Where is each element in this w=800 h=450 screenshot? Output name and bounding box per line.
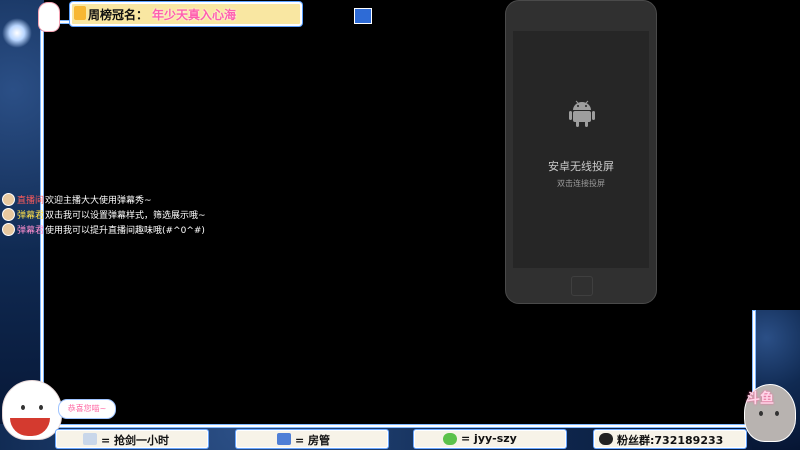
wechat-icon [443,433,457,445]
chat-line: 弹幕君 使用我可以提升直播间趣味哦(#^0^#) [2,223,262,236]
firework-icon [2,18,32,48]
phone-subtitle: 双击连接投屏 [557,179,605,188]
info-panel-2-text: = 房管 [295,434,331,447]
chat-text: 使用我可以提升直播间趣味哦(#^0^#) [45,226,205,236]
crown-icon [74,6,86,20]
phone-screen[interactable]: 安卓无线投屏 双击连接投屏 [513,31,649,268]
top-banner-label: 周榜冠名： [88,8,149,22]
chat-text: 双击我可以设置弹幕样式，筛选展示哦~ [45,211,206,221]
info-panel-3: = jyy-szy [414,430,566,448]
top-banner: 周榜冠名： 年少天真入心海 [70,2,372,26]
chat-name: 弹幕君 [17,211,45,221]
info-panel-4-text: 粉丝群:732189233 [617,434,724,447]
chat-text: 欢迎主播大大使用弹幕秀~ [45,196,152,206]
frame-bottom-border [40,424,752,428]
bunny-icon [38,2,60,32]
info-panel-1: = 抢剑一小时 [56,430,208,448]
flag-icon [354,8,372,24]
speech-bubble: 恭喜您喵~ [58,399,116,419]
phone-title: 安卓无线投屏 [548,160,614,173]
danmu-chat[interactable]: 直播间 欢迎主播大大使用弹幕秀~ 弹幕君 双击我可以设置弹幕样式，筛选展示哦~ … [2,193,262,238]
sword-icon [83,433,97,445]
qq-icon [599,433,613,445]
info-panel-2: = 房管 [236,430,388,448]
info-panel-4: 粉丝群:732189233 [594,430,746,448]
info-panel-3-text: = jyy-szy [461,432,517,445]
chat-line: 弹幕君 双击我可以设置弹幕样式，筛选展示哦~ [2,208,262,221]
info-panel-1-text: = 抢剑一小时 [101,434,170,447]
phone-mirror-widget[interactable]: 安卓无线投屏 双击连接投屏 [505,0,657,304]
avatar-icon [2,223,15,236]
avatar-icon [2,208,15,221]
chat-line: 直播间 欢迎主播大大使用弹幕秀~ [2,193,262,206]
rocket-icon [277,433,291,445]
top-banner-marquee: 年少天真入心海 [152,8,237,22]
android-icon [569,100,595,127]
chat-name: 直播间 [17,196,45,206]
chat-name: 弹幕君 [17,226,45,236]
douyu-watermark: 斗鱼 [746,391,774,407]
home-button-icon [571,276,593,296]
avatar-icon [2,193,15,206]
